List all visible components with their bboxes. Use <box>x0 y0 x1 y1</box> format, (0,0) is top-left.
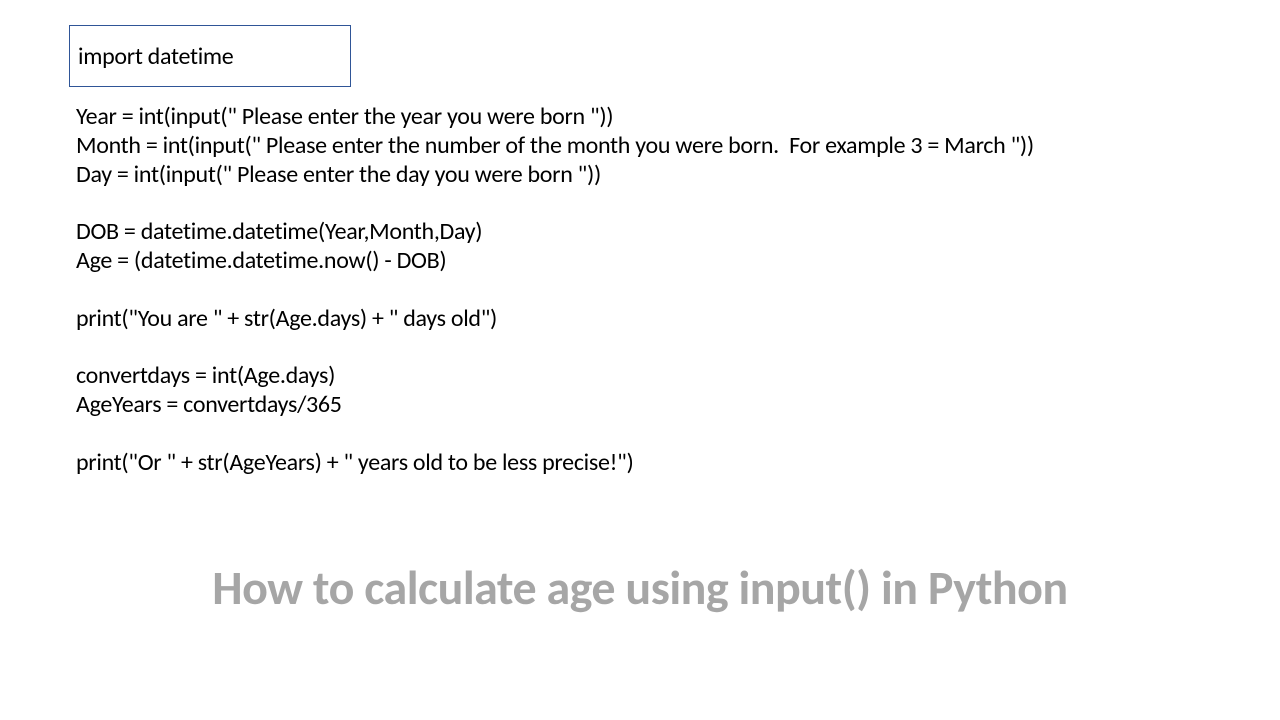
code-block: Year = int(input(" Please enter the year… <box>76 103 1034 477</box>
import-box: import datetime <box>69 25 351 87</box>
slide-title: How to calculate age using input() in Py… <box>0 558 1280 617</box>
import-statement: import datetime <box>78 42 233 71</box>
